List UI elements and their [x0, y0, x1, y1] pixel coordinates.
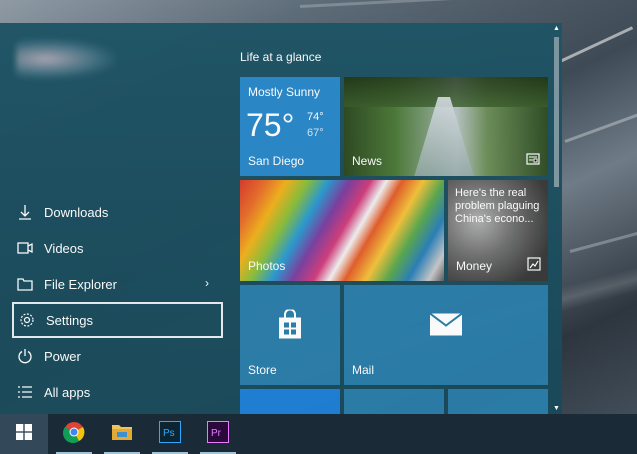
- menu-item-label: Settings: [46, 312, 93, 328]
- tiles-scrollbar[interactable]: ▲ ▼: [552, 23, 561, 414]
- windows-logo-icon: [16, 423, 32, 445]
- menu-item-all-apps[interactable]: All apps: [12, 374, 223, 410]
- video-icon: [16, 239, 34, 257]
- tile-news[interactable]: News: [344, 77, 548, 176]
- weather-temperature: 75°: [246, 107, 295, 143]
- gear-icon: [18, 311, 36, 329]
- menu-item-videos[interactable]: Videos: [12, 230, 223, 266]
- user-account-avatar[interactable]: [16, 39, 116, 79]
- envelope-icon: [429, 312, 463, 341]
- mail-label: Mail: [352, 363, 375, 377]
- menu-item-file-explorer[interactable]: File Explorer ›: [12, 266, 223, 302]
- chevron-right-icon[interactable]: ›: [205, 276, 209, 290]
- tile-partial[interactable]: [240, 389, 340, 414]
- tile-group-title: Life at a glance: [240, 50, 322, 64]
- scroll-up-arrow-icon[interactable]: ▲: [552, 25, 561, 32]
- taskbar-premiere[interactable]: Pr: [194, 414, 242, 454]
- taskbar: Ps Pr: [0, 414, 637, 454]
- menu-item-settings[interactable]: Settings: [12, 302, 223, 338]
- tile-partial[interactable]: [344, 389, 444, 414]
- taskbar-file-explorer[interactable]: [98, 414, 146, 454]
- news-label: News: [352, 154, 383, 168]
- menu-item-label: Downloads: [44, 204, 109, 220]
- tile-weather[interactable]: Mostly Sunny 75° 74° 67° San Diego: [240, 77, 340, 176]
- taskbar-chrome[interactable]: [50, 414, 98, 454]
- tile-mail[interactable]: Mail: [344, 285, 548, 385]
- start-left-column: Downloads Videos File Explorer › Setting…: [0, 23, 232, 414]
- photoshop-icon: Ps: [159, 420, 181, 448]
- tile-store[interactable]: Store: [240, 285, 340, 385]
- folder-icon: [16, 275, 34, 293]
- download-icon: [16, 203, 34, 221]
- list-icon: [16, 383, 34, 401]
- newspaper-icon: [526, 153, 540, 168]
- menu-item-label: All apps: [44, 384, 91, 400]
- store-label: Store: [248, 363, 277, 377]
- scroll-thumb[interactable]: [554, 37, 559, 187]
- svg-text:Ps: Ps: [163, 428, 175, 439]
- chrome-icon: [63, 421, 85, 448]
- svg-text:Pr: Pr: [211, 428, 222, 439]
- money-label: Money: [456, 259, 493, 273]
- tile-money[interactable]: Here's the real problem plaguing China's…: [448, 180, 548, 281]
- menu-item-label: Power: [44, 348, 81, 364]
- shopping-bag-icon: [276, 308, 304, 345]
- weather-high: 74°: [307, 111, 324, 123]
- power-icon: [16, 347, 34, 365]
- tile-photos[interactable]: Photos: [240, 180, 444, 281]
- menu-item-power[interactable]: Power: [12, 338, 223, 374]
- weather-condition: Mostly Sunny: [248, 85, 321, 99]
- premiere-icon: Pr: [207, 420, 229, 448]
- scroll-down-arrow-icon[interactable]: ▼: [552, 405, 561, 412]
- menu-item-label: Videos: [44, 240, 84, 256]
- start-button[interactable]: [0, 414, 48, 454]
- photos-label: Photos: [248, 259, 286, 273]
- weather-city: San Diego: [248, 154, 305, 168]
- chart-icon: [527, 257, 541, 274]
- folder-icon: [111, 423, 133, 446]
- taskbar-photoshop[interactable]: Ps: [146, 414, 194, 454]
- menu-item-downloads[interactable]: Downloads: [12, 194, 223, 230]
- tile-partial[interactable]: [448, 389, 548, 414]
- menu-item-label: File Explorer: [44, 276, 117, 292]
- start-menu: Downloads Videos File Explorer › Setting…: [0, 23, 562, 414]
- money-headline: Here's the real problem plaguing China's…: [455, 187, 540, 225]
- weather-low: 67°: [307, 127, 324, 139]
- news-image-path: [414, 97, 474, 176]
